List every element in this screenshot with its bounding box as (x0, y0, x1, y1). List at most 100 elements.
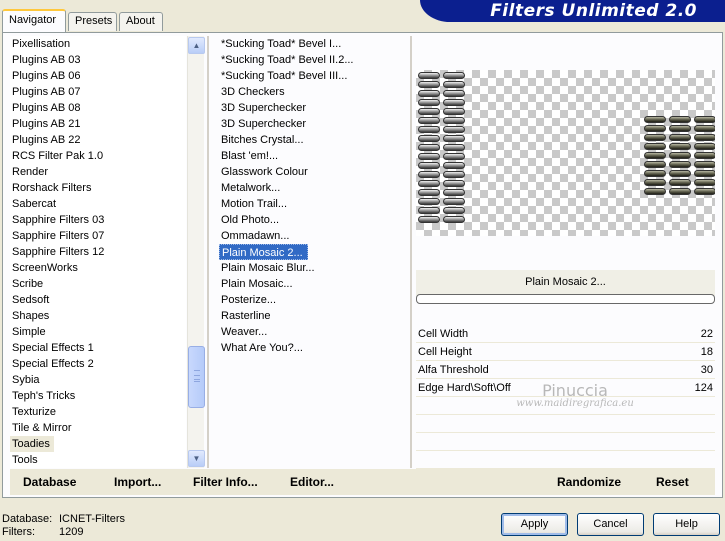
category-item[interactable]: Special Effects 1 (10, 340, 186, 356)
mosaic-tile (669, 125, 691, 132)
filter-item[interactable]: 3D Superchecker (219, 100, 404, 116)
category-item[interactable]: Sybia (10, 372, 186, 388)
mosaic-tile (443, 144, 465, 151)
filter-item[interactable]: 3D Superchecker (219, 116, 404, 132)
filter-item[interactable]: Rasterline (219, 308, 404, 324)
category-item[interactable]: ScreenWorks (10, 260, 186, 276)
tab-about[interactable]: About (119, 12, 163, 31)
scroll-down-button[interactable]: ▼ (188, 450, 205, 467)
mosaic-tile (644, 179, 666, 186)
scroll-thumb[interactable] (188, 346, 205, 408)
param-value: 124 (694, 382, 713, 394)
category-item[interactable]: Plugins AB 03 (10, 52, 186, 68)
mosaic-tile (443, 171, 465, 178)
category-item[interactable]: Sabercat (10, 196, 186, 212)
category-item[interactable]: Special Effects 2 (10, 356, 186, 372)
param-row-cell-height[interactable]: Cell Height 18 (416, 343, 715, 361)
category-item[interactable]: Toadies (10, 436, 54, 452)
mosaic-tile (644, 134, 666, 141)
mosaic-tile (694, 161, 715, 168)
chevron-up-icon: ▲ (192, 41, 201, 50)
filter-item[interactable]: *Sucking Toad* Bevel III... (219, 68, 404, 84)
category-item[interactable]: Plugins AB 07 (10, 84, 186, 100)
filter-item[interactable]: Blast 'em!... (219, 148, 404, 164)
category-item[interactable]: Tools (10, 452, 186, 468)
filter-item[interactable]: What Are You?... (219, 340, 404, 356)
help-button[interactable]: Help (653, 513, 720, 536)
filter-item[interactable]: Posterize... (219, 292, 404, 308)
category-scrollbar[interactable]: ▲ ▼ (187, 36, 205, 468)
database-button[interactable]: Database (23, 475, 76, 489)
mosaic-tile (418, 117, 440, 124)
category-item[interactable]: Plugins AB 21 (10, 116, 186, 132)
grip-icon (194, 370, 200, 382)
filter-item[interactable]: Plain Mosaic 2... (219, 244, 308, 260)
mosaic-tile (418, 189, 440, 196)
tab-navigator[interactable]: Navigator (2, 9, 66, 32)
scroll-up-button[interactable]: ▲ (188, 37, 205, 54)
import-button[interactable]: Import... (114, 475, 161, 489)
filter-item[interactable]: Old Photo... (219, 212, 404, 228)
filter-item[interactable]: Weaver... (219, 324, 404, 340)
category-item[interactable]: RCS Filter Pak 1.0 (10, 148, 186, 164)
filter-item[interactable]: Ommadawn... (219, 228, 404, 244)
cancel-button[interactable]: Cancel (577, 513, 644, 536)
app-banner: Filters Unlimited 2.0 (420, 0, 725, 22)
category-item[interactable]: Scribe (10, 276, 186, 292)
mosaic-tile (443, 108, 465, 115)
category-item[interactable]: Sapphire Filters 12 (10, 244, 186, 260)
param-row-alfa-threshold[interactable]: Alfa Threshold 30 (416, 361, 715, 379)
filter-item[interactable]: *Sucking Toad* Bevel II.2... (219, 52, 404, 68)
filter-preview (416, 70, 715, 236)
category-item[interactable]: Sapphire Filters 07 (10, 228, 186, 244)
category-item[interactable]: Sapphire Filters 03 (10, 212, 186, 228)
mosaic-tile (669, 152, 691, 159)
category-item[interactable]: Teph's Tricks (10, 388, 186, 404)
category-item[interactable]: Rorshack Filters (10, 180, 186, 196)
filter-item[interactable]: Motion Trail... (219, 196, 404, 212)
editor-button[interactable]: Editor... (290, 475, 334, 489)
filter-list[interactable]: *Sucking Toad* Bevel I... *Sucking Toad* … (219, 36, 404, 468)
filter-info-button[interactable]: Filter Info... (193, 475, 258, 489)
category-item[interactable]: Plugins AB 06 (10, 68, 186, 84)
parameter-panel: Cell Width 22 Cell Height 18 Alfa Thresh… (416, 325, 715, 469)
divider (410, 36, 412, 468)
param-row-cell-width[interactable]: Cell Width 22 (416, 325, 715, 343)
category-item[interactable]: Shapes (10, 308, 186, 324)
category-list[interactable]: Pixellisation Plugins AB 03 Plugins AB 06 P… (10, 36, 186, 468)
reset-button[interactable]: Reset (656, 475, 689, 489)
mosaic-tile (418, 153, 440, 160)
category-item[interactable]: Pixellisation (10, 36, 186, 52)
divider (207, 36, 209, 468)
category-item[interactable]: Plugins AB 08 (10, 100, 186, 116)
filter-item[interactable]: Metalwork... (219, 180, 404, 196)
filter-item[interactable]: 3D Checkers (219, 84, 404, 100)
filter-item[interactable]: Glasswork Colour (219, 164, 404, 180)
mosaic-tile (418, 108, 440, 115)
category-item[interactable]: Sedsoft (10, 292, 186, 308)
mosaic-tile (443, 189, 465, 196)
filter-item[interactable]: Plain Mosaic Blur... (219, 260, 404, 276)
category-item[interactable]: Render (10, 164, 186, 180)
category-item[interactable]: Texturize (10, 404, 186, 420)
mosaic-tile (418, 207, 440, 214)
filter-item[interactable]: Plain Mosaic... (219, 276, 404, 292)
mosaic-tile (694, 188, 715, 195)
mosaic-tile (443, 90, 465, 97)
param-row-edge[interactable]: Edge Hard\Soft\Off 124 (416, 379, 715, 397)
apply-button[interactable]: Apply (501, 513, 568, 536)
mosaic-tile (694, 143, 715, 150)
filter-item[interactable]: *Sucking Toad* Bevel I... (219, 36, 404, 52)
mosaic-tile (443, 198, 465, 205)
mosaic-tile (418, 162, 440, 169)
mosaic-tile (443, 153, 465, 160)
param-row-empty (416, 433, 715, 451)
filter-item[interactable]: Bitches Crystal... (219, 132, 404, 148)
randomize-button[interactable]: Randomize (557, 475, 621, 489)
mosaic-tile (644, 152, 666, 159)
mosaic-tile (418, 144, 440, 151)
category-item[interactable]: Plugins AB 22 (10, 132, 186, 148)
tab-presets[interactable]: Presets (68, 12, 117, 31)
category-item[interactable]: Tile & Mirror (10, 420, 186, 436)
category-item[interactable]: Simple (10, 324, 186, 340)
